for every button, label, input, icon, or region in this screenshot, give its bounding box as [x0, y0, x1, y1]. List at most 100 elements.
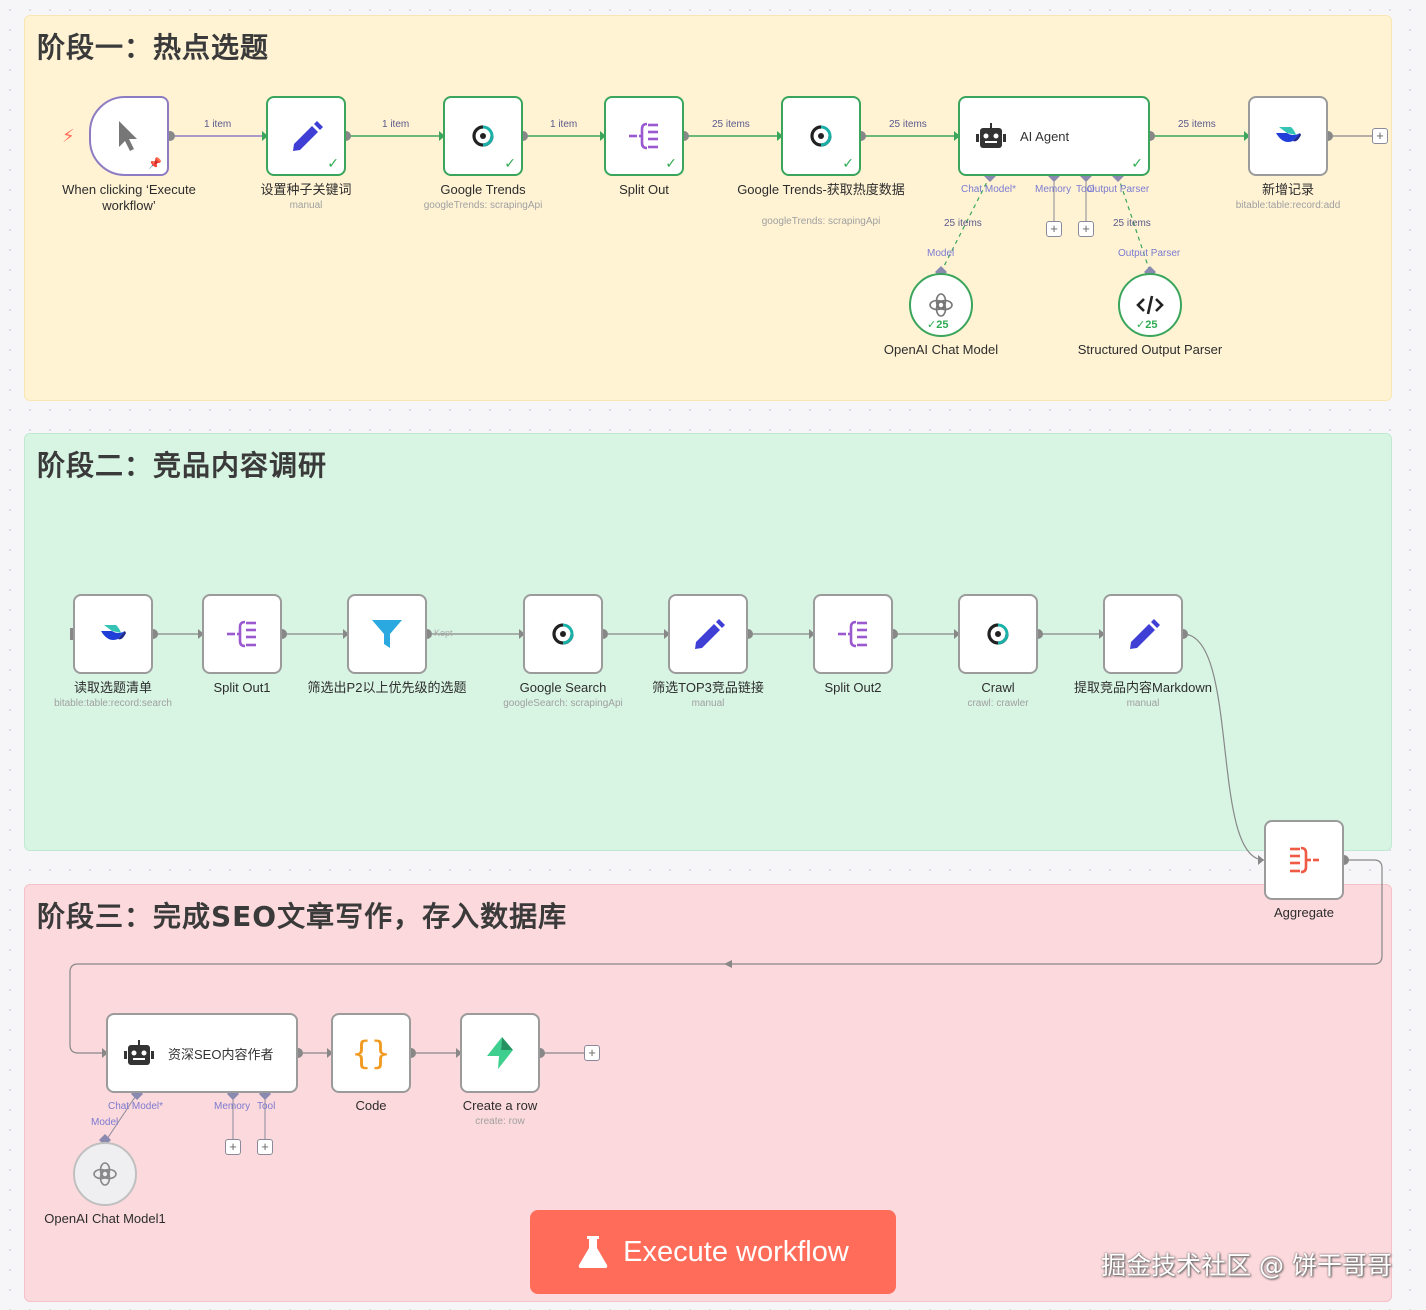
node-google-trends-heat[interactable]: ✓ — [781, 96, 861, 176]
split-out-icon — [227, 620, 256, 648]
openai-icon — [929, 293, 953, 317]
lark-bitable-icon — [1276, 127, 1301, 142]
node-split-out1[interactable] — [202, 594, 282, 674]
node-label: 新增记录 — [1261, 182, 1314, 197]
supabase-bolt-icon — [487, 1037, 513, 1069]
edge-label: 25 items — [1113, 218, 1151, 229]
node-label: 提取竞品内容Markdown — [1074, 680, 1212, 695]
pencil-icon — [1130, 619, 1160, 649]
run-count: ✓25 — [927, 319, 949, 331]
port-label-model: Model — [927, 248, 955, 259]
node-label: Create a row — [462, 1098, 538, 1113]
node-subtitle: create: row — [475, 1116, 525, 1127]
node-subtitle: bitable:table:record:add — [1235, 200, 1341, 211]
node-subtitle: manual — [691, 698, 725, 709]
pin-icon: 📌 — [148, 158, 162, 170]
node-subtitle: manual — [289, 200, 323, 211]
add-node-button[interactable]: + — [584, 1045, 600, 1061]
node-label: Split Out — [619, 182, 669, 197]
node-extract-markdown[interactable] — [1103, 594, 1183, 674]
split-out-icon — [838, 620, 867, 648]
node-label: AI Agent — [1020, 128, 1070, 144]
openai-icon — [93, 1162, 117, 1186]
node-add-record[interactable] — [1248, 96, 1328, 176]
pencil-icon — [293, 121, 323, 151]
robot-icon — [976, 123, 1006, 148]
run-count-value: 25 — [1145, 319, 1158, 331]
edge-label: 1 item — [382, 119, 410, 130]
port-label-tool: Tool — [257, 1101, 276, 1112]
edge-label-kept: Kept — [434, 628, 453, 638]
node-aggregate[interactable] — [1264, 820, 1344, 900]
node-label: Google Trends — [440, 182, 526, 197]
node-structured-output-parser[interactable]: ✓25 — [1118, 273, 1182, 337]
scraping-api-icon — [552, 623, 574, 645]
code-braces-icon: {} — [351, 1034, 391, 1072]
node-subtitle: manual — [1126, 698, 1160, 709]
run-count: ✓25 — [1136, 319, 1158, 331]
node-label: 筛选出P2以上优先级的选题 — [307, 680, 467, 695]
node-crawl[interactable] — [958, 594, 1038, 674]
edge-label: 25 items — [889, 119, 927, 130]
node-code[interactable]: {} — [331, 1013, 411, 1093]
port-label-chat-model: Chat Model* — [961, 184, 1017, 195]
node-manual-trigger[interactable]: 📌 — [89, 96, 169, 176]
node-label: OpenAI Chat Model1 — [44, 1211, 166, 1226]
stage-3-title: 阶段三：完成SEO文章写作，存入数据库 — [37, 900, 568, 933]
stage-1-title: 阶段一：热点选题 — [37, 31, 270, 64]
node-top3-links[interactable] — [668, 594, 748, 674]
execute-workflow-button[interactable]: Execute workflow — [530, 1210, 896, 1294]
node-subtitle: bitable:table:record:search — [54, 698, 172, 709]
node-label: 资深SEO内容作者 — [168, 1046, 274, 1062]
success-check-icon: ✓ — [842, 155, 854, 171]
scraping-api-icon — [472, 125, 494, 147]
node-read-topics[interactable] — [73, 594, 153, 674]
add-node-button[interactable]: + — [1372, 128, 1388, 144]
port-label-memory: Memory — [1035, 184, 1072, 195]
trigger-bolt-icon: ⚡ — [62, 126, 75, 146]
node-seo-writer-agent[interactable]: 资深SEO内容作者 — [106, 1013, 298, 1093]
add-memory-button[interactable]: + — [1046, 221, 1062, 237]
node-create-row[interactable] — [460, 1013, 540, 1093]
node-subtitle: googleTrends: scrapingApi — [423, 200, 543, 211]
split-out-icon — [629, 122, 658, 150]
pencil-icon — [695, 619, 725, 649]
node-split-out[interactable]: ✓ — [604, 96, 684, 176]
add-memory-button[interactable]: + — [225, 1139, 241, 1155]
node-ai-agent[interactable]: AI Agent ✓ — [958, 96, 1150, 176]
node-label: Aggregate — [1274, 905, 1334, 920]
edge-label: 25 items — [712, 119, 750, 130]
add-tool-button[interactable]: + — [257, 1139, 273, 1155]
node-google-trends[interactable]: ✓ — [443, 96, 523, 176]
edge-label: 1 item — [550, 119, 578, 130]
port-label-model: Model — [91, 1117, 119, 1128]
edge-label: 25 items — [944, 218, 982, 229]
code-tag-icon — [1136, 295, 1164, 315]
cursor-icon — [119, 121, 137, 151]
success-check-icon: ✓ — [665, 155, 677, 171]
node-openai-chat-model[interactable]: ✓25 — [909, 273, 973, 337]
success-check-icon: ✓ — [327, 155, 339, 171]
scraping-api-icon — [810, 125, 832, 147]
stage-2-title: 阶段二：竞品内容调研 — [37, 449, 328, 482]
flask-icon — [578, 1236, 608, 1268]
node-google-search[interactable] — [523, 594, 603, 674]
node-label: Google Trends-获取热度数据 — [737, 182, 905, 197]
lark-bitable-icon — [101, 625, 126, 640]
robot-icon — [124, 1040, 154, 1065]
node-subtitle: googleTrends: scrapingApi — [761, 216, 881, 227]
scraping-api-icon — [987, 623, 1009, 645]
filter-icon — [372, 620, 402, 648]
execute-workflow-label: Execute workflow — [623, 1235, 849, 1268]
node-filter[interactable] — [347, 594, 427, 674]
node-openai-chat-model1[interactable] — [73, 1142, 137, 1206]
edge-label: 25 items — [1178, 119, 1216, 130]
port-label-chat-model: Chat Model* — [108, 1101, 164, 1112]
add-tool-button[interactable]: + — [1078, 221, 1094, 237]
node-label: OpenAI Chat Model — [883, 342, 999, 357]
success-check-icon: ✓ — [504, 155, 516, 171]
node-set-seed-keyword[interactable]: ✓ — [266, 96, 346, 176]
node-split-out2[interactable] — [813, 594, 893, 674]
port-label-output-parser: Output Parser — [1087, 184, 1150, 195]
watermark: 掘金技术社区 @ 饼干哥哥 — [1101, 1251, 1392, 1280]
